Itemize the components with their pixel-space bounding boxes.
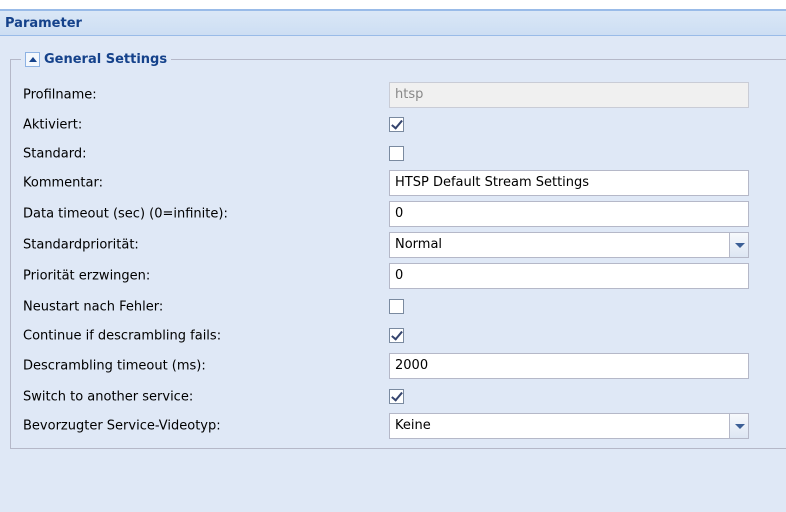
standardprioritaet-select[interactable]: Normal — [389, 232, 749, 258]
switch-service-checkbox[interactable] — [389, 389, 404, 404]
row-standardprioritaet: Standardpriorität: Normal — [23, 232, 749, 258]
videotyp-label: Bevorzugter Service-Videotyp: — [23, 418, 221, 434]
videotyp-value: Keine — [395, 418, 431, 433]
section-title: General Settings — [44, 52, 168, 67]
row-aktiviert: Aktiviert: — [23, 112, 749, 138]
row-continue-descrambling: Continue if descrambling fails: — [23, 323, 749, 349]
panel-header: Parameter — [0, 10, 786, 36]
continue-descrambling-label: Continue if descrambling fails: — [23, 328, 222, 344]
kommentar-input[interactable]: HTSP Default Stream Settings — [389, 170, 749, 196]
panel-title: Parameter — [5, 16, 82, 31]
neustart-checkbox[interactable] — [389, 299, 404, 314]
row-standard: Standard: — [23, 141, 749, 167]
aktiviert-checkbox[interactable] — [389, 117, 404, 132]
prioritaet-erzwingen-label: Priorität erzwingen: — [23, 268, 151, 284]
profilname-label: Profilname: — [23, 87, 97, 103]
prioritaet-erzwingen-input[interactable]: 0 — [389, 263, 749, 289]
neustart-label: Neustart nach Fehler: — [23, 299, 164, 315]
aktiviert-label: Aktiviert: — [23, 117, 83, 133]
general-settings-legend: General Settings — [21, 52, 171, 67]
continue-descrambling-checkbox[interactable] — [389, 328, 404, 343]
row-videotyp: Bevorzugter Service-Videotyp: Keine — [23, 413, 749, 439]
descrambling-timeout-label: Descrambling timeout (ms): — [23, 358, 206, 374]
standard-checkbox[interactable] — [389, 146, 404, 161]
data-timeout-label: Data timeout (sec) (0=infinite): — [23, 206, 228, 222]
kommentar-label: Kommentar: — [23, 175, 103, 191]
row-switch-service: Switch to another service: — [23, 384, 749, 410]
descrambling-timeout-input[interactable]: 2000 — [389, 353, 749, 379]
chevron-down-icon[interactable] — [729, 413, 749, 439]
switch-service-label: Switch to another service: — [23, 389, 194, 405]
data-timeout-input[interactable]: 0 — [389, 201, 749, 227]
row-prioritaet-erzwingen: Priorität erzwingen: 0 — [23, 263, 749, 289]
chevron-down-icon[interactable] — [729, 232, 749, 258]
row-profilname: Profilname: htsp — [23, 82, 749, 108]
row-kommentar: Kommentar: HTSP Default Stream Settings — [23, 170, 749, 196]
standardprioritaet-value: Normal — [395, 237, 443, 252]
videotyp-select[interactable]: Keine — [389, 413, 749, 439]
standard-label: Standard: — [23, 146, 87, 162]
row-data-timeout: Data timeout (sec) (0=infinite): 0 — [23, 201, 749, 227]
row-neustart: Neustart nach Fehler: — [23, 294, 749, 320]
profilname-input: htsp — [389, 82, 749, 108]
row-descrambling-timeout: Descrambling timeout (ms): 2000 — [23, 353, 749, 379]
top-strip — [0, 0, 786, 10]
collapse-icon[interactable] — [25, 52, 40, 67]
standardprioritaet-label: Standardpriorität: — [23, 237, 139, 253]
